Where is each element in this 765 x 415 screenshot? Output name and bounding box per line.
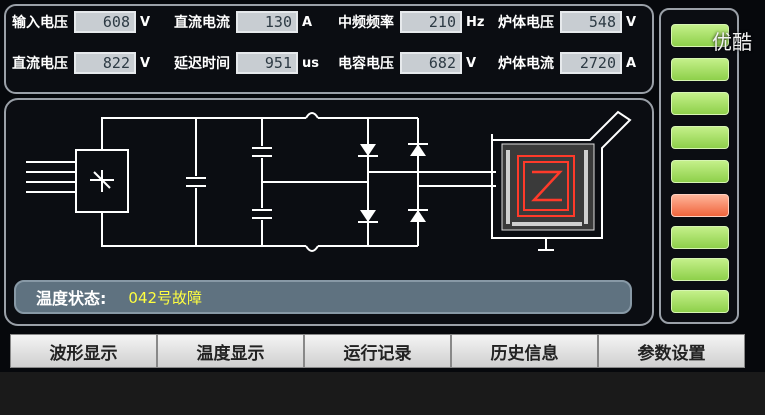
side-button-column (659, 8, 739, 324)
furnace-icon (491, 110, 632, 251)
nav-run-log-button[interactable]: 运行记录 (304, 334, 451, 368)
watermark: 优酷 (712, 30, 752, 54)
side-button-8[interactable] (671, 258, 729, 281)
nav-waveform-button[interactable]: 波形显示 (10, 334, 157, 368)
reading-furnace-current: 炉体电流 2720 A (498, 50, 636, 76)
reading-frequency: 中频频率 210 Hz (338, 9, 484, 35)
nav-temperature-button[interactable]: 温度显示 (157, 334, 304, 368)
reading-capacitor-voltage: 电容电压 682 V (338, 50, 476, 76)
side-button-4[interactable] (671, 126, 729, 149)
reading-unit: V (626, 14, 637, 30)
reading-value: 608 (74, 11, 136, 33)
reading-value: 822 (74, 52, 136, 74)
side-button-3[interactable] (671, 92, 729, 115)
hmi-screen: 输入电压 608 V 直流电流 130 A 中频频率 210 Hz 炉体电压 5… (0, 0, 765, 415)
side-button-9[interactable] (671, 290, 729, 313)
nav-history-button[interactable]: 历史信息 (451, 334, 598, 368)
reading-label: 直流电压 (12, 56, 68, 72)
readings-panel: 输入电压 608 V 直流电流 130 A 中频频率 210 Hz 炉体电压 5… (4, 4, 654, 94)
reading-unit: us (302, 55, 319, 71)
reading-unit: Hz (466, 14, 485, 30)
reading-label: 中频频率 (338, 15, 394, 31)
reading-unit: V (466, 55, 477, 71)
reading-dc-current: 直流电流 130 A (174, 9, 312, 35)
status-value: 042号故障 (128, 288, 203, 307)
reading-value: 951 (236, 52, 298, 74)
side-button-2[interactable] (671, 58, 729, 81)
side-button-alarm[interactable] (671, 194, 729, 217)
reading-label: 炉体电流 (498, 56, 554, 72)
status-bar: 温度状态: 042号故障 (14, 280, 632, 314)
reading-unit: V (140, 55, 151, 71)
reading-value: 210 (400, 11, 462, 33)
reading-unit: A (626, 55, 637, 71)
side-button-7[interactable] (671, 226, 729, 249)
status-label: 温度状态: (36, 289, 107, 308)
reading-label: 输入电压 (12, 15, 68, 31)
reading-value: 548 (560, 11, 622, 33)
reading-value: 2720 (560, 52, 622, 74)
reading-dc-voltage: 直流电压 822 V (12, 50, 150, 76)
reading-label: 炉体电压 (498, 15, 554, 31)
nav-settings-button[interactable]: 参数设置 (598, 334, 745, 368)
reading-label: 延迟时间 (174, 56, 230, 72)
reading-furnace-voltage: 炉体电压 548 V (498, 9, 636, 35)
reading-input-voltage: 输入电压 608 V (12, 9, 150, 35)
reading-label: 直流电流 (174, 15, 230, 31)
reading-unit: A (302, 14, 313, 30)
reading-unit: V (140, 14, 151, 30)
device-bezel (0, 372, 765, 415)
side-button-5[interactable] (671, 160, 729, 183)
bottom-nav: 波形显示 温度显示 运行记录 历史信息 参数设置 (10, 334, 745, 368)
reading-label: 电容电压 (338, 56, 394, 72)
reading-value: 130 (236, 11, 298, 33)
reading-value: 682 (400, 52, 462, 74)
reading-delay-time: 延迟时间 951 us (174, 50, 319, 76)
